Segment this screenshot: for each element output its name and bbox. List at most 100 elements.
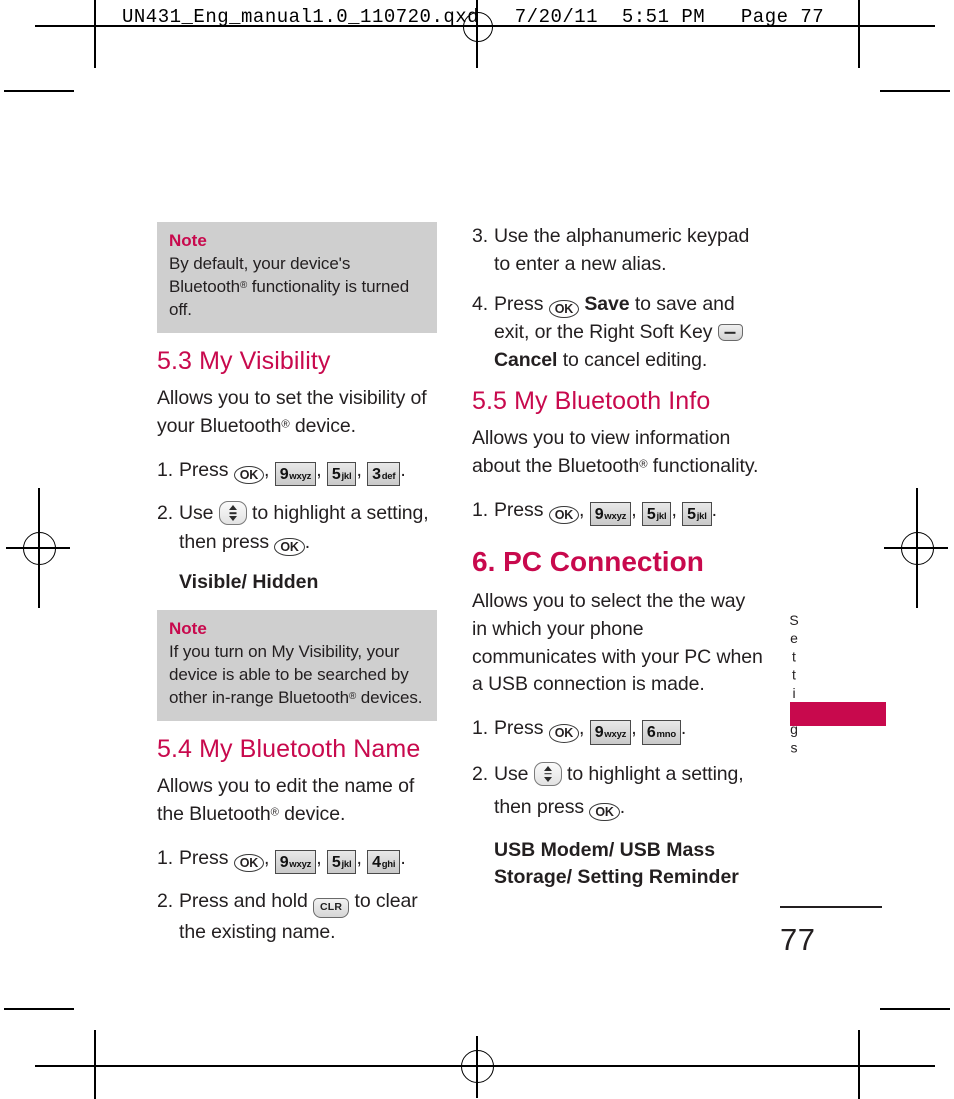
numeric-key-9-icon: 9wxyz <box>589 501 632 527</box>
prepress-header: UN431_Eng_manual1.0_110720.qxd 7/20/11 5… <box>122 6 825 28</box>
note-text-cont: devices. <box>356 687 423 707</box>
intro-5-3-text-cont: device. <box>289 415 356 438</box>
navigation-key-icon <box>218 501 247 526</box>
key-letters: wxyz <box>289 858 312 870</box>
step-number: 2. <box>157 502 174 525</box>
intro-5-4-text-cont: device. <box>278 803 346 826</box>
key-digit: 5 <box>646 505 656 523</box>
key-digit: 4 <box>372 853 381 871</box>
press-label: Press <box>494 498 544 521</box>
registration-mark-left <box>6 488 70 608</box>
numeric-key-9-icon: 9wxyz <box>589 720 632 745</box>
intro-6: Allows you to select the the way in whic… <box>472 590 763 696</box>
press-label: Press <box>494 292 544 315</box>
arrow-down-icon <box>543 776 552 782</box>
soft-key-dash-icon <box>724 331 736 334</box>
key-digit: 5 <box>687 505 696 523</box>
numeric-key-9-icon: 9wxyz <box>274 849 317 875</box>
step-5-4-1: 1. Press OK, 9wxyz, 5jkl, 4ghi. <box>157 844 437 875</box>
clear-key-icon: CLR <box>313 898 350 918</box>
side-tab-color-bar <box>790 702 886 726</box>
ok-key-icon: OK <box>233 853 265 873</box>
step-text: Press OK Save to save and exit, or the R… <box>494 290 764 375</box>
key-digit: 9 <box>594 505 604 523</box>
registration-mark-bottom <box>35 1036 935 1098</box>
numeric-key-3-icon: 3def <box>367 461 401 487</box>
step-text: Press OK, 9wxyz, 5jkl, 5jkl. <box>494 496 764 527</box>
step-text: Use to highlight a setting, then press O… <box>179 499 437 557</box>
note-body: If you turn on My Visibility, your devic… <box>169 641 425 709</box>
heading-6: 6. PC Connection <box>472 546 704 578</box>
ok-key-icon: OK <box>589 802 620 822</box>
step-text: Use to highlight a setting, then press O… <box>494 758 764 824</box>
intro-5-4: Allows you to edit the name of the Bluet… <box>157 773 437 828</box>
key-letters: wxyz <box>604 510 627 522</box>
key-digit: 9 <box>279 465 289 483</box>
step-6-1: 1. Press OK, 9wxyz, 6mno. <box>472 714 764 745</box>
press-label: Press <box>179 458 229 481</box>
cancel-editing-label: to cancel editing. <box>562 349 708 372</box>
step-text: Press OK, 9wxyz, 6mno. <box>494 714 764 745</box>
use-label: Use <box>179 502 214 525</box>
numeric-key-4-icon: 4ghi <box>367 849 401 875</box>
step-number: 1. <box>472 498 489 521</box>
step-number: 1. <box>472 717 489 740</box>
note-box-my-visibility: Note If you turn on My Visibility, your … <box>157 609 437 721</box>
numeric-key-5-icon: 5jkl <box>682 501 712 527</box>
crop-mark-top-right-h <box>880 90 950 92</box>
step-5-5-1: 1. Press OK, 9wxyz, 5jkl, 5jkl. <box>472 496 764 527</box>
heading-5-3: 5.3 My Visibility <box>157 346 331 375</box>
press-label: Press <box>494 717 544 740</box>
key-letters: wxyz <box>604 729 627 741</box>
numeric-key-9-icon: 9wxyz <box>274 461 317 487</box>
heading-5-5: 5.5 My Bluetooth Info <box>472 386 711 415</box>
page-number-rule <box>780 906 882 908</box>
crop-mark-top-right-v <box>858 0 860 68</box>
step-number: 2. <box>472 762 489 785</box>
key-digit: 6 <box>646 724 656 742</box>
ok-key-icon: OK <box>548 724 580 743</box>
crop-mark-bottom-left-h <box>4 1008 74 1010</box>
navigation-key-icon <box>533 761 562 786</box>
ok-key-icon: OK <box>548 505 580 525</box>
note-title: Note <box>169 231 207 250</box>
arrow-up-icon <box>543 765 552 771</box>
step-number: 1. <box>157 458 174 481</box>
right-column: 3. Use the alphanumeric keypad to enter … <box>472 222 764 905</box>
ok-key-icon: OK <box>274 537 305 557</box>
step-text: Use the alphanumeric keypad to enter a n… <box>494 225 750 276</box>
side-tab-label: Settings <box>786 612 802 758</box>
note-title: Note <box>169 618 207 638</box>
arrow-up-icon <box>228 505 237 511</box>
center-bar-icon <box>544 772 552 775</box>
crop-mark-top-left-h <box>4 90 74 92</box>
cancel-label: Cancel <box>494 349 558 372</box>
step-5-4-3: 3. Use the alphanumeric keypad to enter … <box>472 222 764 279</box>
options-5-3: Visible/ Hidden <box>179 571 319 594</box>
arrow-down-icon <box>228 516 237 522</box>
key-letters: jkl <box>341 858 352 870</box>
press-hold-label: Press and hold <box>179 890 308 913</box>
registered-trademark-icon: ® <box>270 806 279 819</box>
step-number: 1. <box>157 846 174 869</box>
key-digit: 5 <box>331 853 341 871</box>
manual-page: Note By default, your device's Bluetooth… <box>0 0 954 1099</box>
numeric-key-5-icon: 5jkl <box>326 849 357 875</box>
key-letters: jkl <box>696 510 707 522</box>
options-6: USB Modem/ USB Mass Storage/ Setting Rem… <box>494 838 739 888</box>
right-soft-key-icon <box>717 324 743 342</box>
registration-mark-right <box>884 488 948 608</box>
numeric-key-6-icon: 6mno <box>641 720 681 745</box>
crop-mark-bottom-right-h <box>880 1008 950 1010</box>
intro-5-5-text-cont: functionality. <box>647 455 759 477</box>
intro-5-5: Allows you to view information about the… <box>472 425 764 480</box>
step-5-3-1: 1. Press OK, 9wxyz, 5jkl, 3def. <box>157 456 437 487</box>
intro-5-3: Allows you to set the visibility of your… <box>157 385 437 440</box>
step-text: Press and hold CLR to clear the existing… <box>179 887 437 946</box>
crop-mark-top-left-v <box>94 0 96 68</box>
step-text: Press OK, 9wxyz, 5jkl, 3def. <box>179 456 437 487</box>
key-digit: 5 <box>331 465 341 483</box>
step-text: Press OK, 9wxyz, 5jkl, 4ghi. <box>179 844 437 875</box>
save-label: Save <box>584 292 630 315</box>
step-5-4-2: 2. Press and hold CLR to clear the exist… <box>157 887 437 946</box>
